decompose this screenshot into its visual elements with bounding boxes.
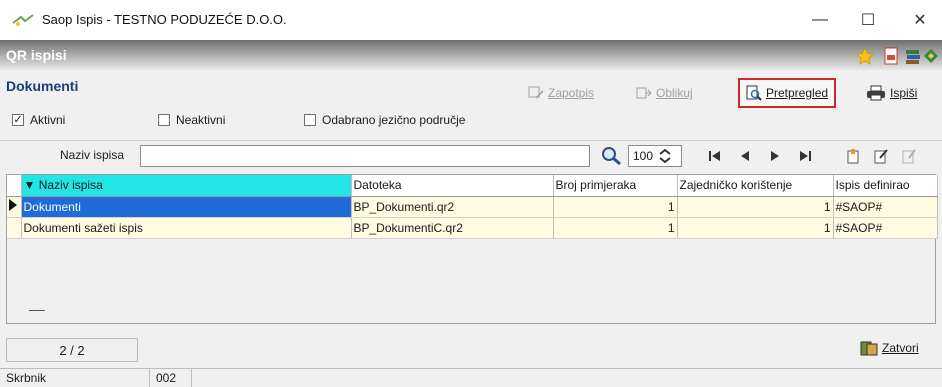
oblikuj-button[interactable]: Oblikuj <box>636 82 693 104</box>
aktivni-checkbox-box[interactable]: ✓ <box>12 114 24 126</box>
col-naziv-ispisa-header[interactable]: ▼ Naziv ispisa <box>21 175 352 197</box>
zatvori-label: Zatvori <box>882 341 919 355</box>
oblikuj-label: Oblikuj <box>656 86 693 100</box>
col-zajednicko-koristenje-header[interactable]: Zajedničko korištenje <box>677 175 834 197</box>
page-size-value: 100 <box>633 149 654 163</box>
signature-icon <box>528 86 544 99</box>
current-row-arrow-icon <box>9 199 17 211</box>
jezicno-checkbox-box[interactable] <box>304 114 316 126</box>
status-code: 002 <box>150 369 192 387</box>
record-counter: 2 / 2 <box>6 338 138 362</box>
footer-row: 2 / 2 Zatvori <box>0 336 942 366</box>
new-document-icon <box>847 149 859 164</box>
neaktivni-label: Neaktivni <box>176 113 226 127</box>
previous-page-icon <box>741 151 749 161</box>
col-ispis-definirao-header[interactable]: Ispis definirao <box>833 175 938 197</box>
col-broj-primjeraka-header[interactable]: Broj primjeraka <box>553 175 678 197</box>
qr-ispisi-grid: ▼ Naziv ispisa Datoteka Broj primjeraka … <box>6 174 938 324</box>
window-titlebar: Saop Ispis - TESTNO PODUZEĆE D.O.O. — ☐ … <box>0 0 942 40</box>
app-icon <box>12 14 34 26</box>
form-title: QR ispisi <box>6 47 67 63</box>
row-indicator <box>7 217 22 239</box>
grid-separator <box>29 310 45 311</box>
window-title: Saop Ispis - TESTNO PODUZEĆE D.O.O. <box>42 12 287 27</box>
close-window-button[interactable]: ✕ <box>900 8 940 32</box>
preview-magnifier-icon <box>746 85 762 101</box>
qr-ispisi-table: ▼ Naziv ispisa Datoteka Broj primjeraka … <box>7 175 938 239</box>
help-book-icon[interactable] <box>922 47 940 65</box>
first-page-button[interactable] <box>704 145 726 167</box>
aktivni-checkbox[interactable]: ✓ Aktivni <box>12 113 65 127</box>
naziv-ispisa-input[interactable] <box>140 145 590 167</box>
search-icon[interactable] <box>600 146 622 166</box>
next-page-icon <box>771 151 779 161</box>
delete-record-button[interactable] <box>898 145 920 167</box>
first-page-icon <box>709 151 720 161</box>
delete-document-icon <box>902 149 916 164</box>
status-bar: Skrbnik 002 <box>0 368 942 387</box>
col-datoteka-header[interactable]: Datoteka <box>351 175 554 197</box>
form-header: QR ispisi <box>0 40 942 70</box>
cell-naziv[interactable]: Dokumenti <box>21 196 352 218</box>
row-indicator-header <box>7 175 22 197</box>
aktivni-label: Aktivni <box>30 113 66 127</box>
cell-naziv[interactable]: Dokumenti sažeti ispis <box>21 217 352 239</box>
edit-document-icon <box>874 149 888 164</box>
edit-record-button[interactable] <box>870 145 892 167</box>
col-naziv-ispisa-label: Naziv ispisa <box>38 178 103 193</box>
page-size-field[interactable]: 100 <box>628 145 682 167</box>
cell-zajednicko[interactable]: 1 <box>677 217 834 239</box>
neaktivni-checkbox-box[interactable] <box>158 114 170 126</box>
previous-page-button[interactable] <box>734 145 756 167</box>
last-page-icon <box>800 151 811 161</box>
pdf-document-icon[interactable] <box>882 47 900 65</box>
cell-broj[interactable]: 1 <box>553 217 678 239</box>
jezicno-label: Odabrano jezično područje <box>322 113 466 127</box>
zapotpis-label: Zapotpis <box>548 86 595 100</box>
naziv-ispisa-label: Naziv ispisa <box>60 148 125 162</box>
favorite-star-icon[interactable] <box>856 47 874 65</box>
stacked-books-icon[interactable] <box>904 47 922 65</box>
last-page-button[interactable] <box>794 145 816 167</box>
table-row[interactable]: Dokumenti sažeti ispis BP_DokumentiC.qr2… <box>7 217 938 239</box>
neaktivni-checkbox[interactable]: Neaktivni <box>158 113 225 127</box>
maximize-button[interactable]: ☐ <box>848 8 888 32</box>
pretpregled-button[interactable]: Pretpregled <box>738 78 837 108</box>
status-user: Skrbnik <box>0 369 150 387</box>
printer-icon <box>867 85 885 101</box>
page-size-stepper-icon[interactable] <box>657 148 673 164</box>
pretpregled-label: Pretpregled <box>766 86 829 100</box>
table-row[interactable]: Dokumenti BP_Dokumenti.qr2 1 1 #SAOP# <box>7 196 938 218</box>
sort-descending-icon: ▼ <box>23 178 36 193</box>
cell-zajednicko[interactable]: 1 <box>677 196 834 218</box>
current-row-indicator <box>7 196 22 218</box>
next-page-button[interactable] <box>764 145 786 167</box>
cell-broj[interactable]: 1 <box>553 196 678 218</box>
zapotpis-button[interactable]: Zapotpis <box>528 82 594 104</box>
cell-definirao[interactable]: #SAOP# <box>833 217 938 239</box>
section-title: Dokumenti <box>6 78 79 94</box>
table-header-row: ▼ Naziv ispisa Datoteka Broj primjeraka … <box>7 175 938 197</box>
minimize-button[interactable]: — <box>800 8 840 32</box>
cell-datoteka[interactable]: BP_Dokumenti.qr2 <box>351 196 554 218</box>
zatvori-button[interactable]: Zatvori <box>860 340 919 356</box>
status-empty-panel <box>192 369 942 387</box>
cell-datoteka[interactable]: BP_DokumentiC.qr2 <box>351 217 554 239</box>
new-record-button[interactable] <box>842 145 864 167</box>
filter-row: Naziv ispisa 100 <box>0 140 942 170</box>
close-door-icon <box>860 341 878 356</box>
jezicno-podrucje-checkbox[interactable]: Odabrano jezično područje <box>304 113 465 127</box>
cell-definirao[interactable]: #SAOP# <box>833 196 938 218</box>
design-icon <box>636 87 652 99</box>
ispisi-label: Ispiši <box>890 86 918 100</box>
ispisi-button[interactable]: Ispiši <box>866 82 917 104</box>
